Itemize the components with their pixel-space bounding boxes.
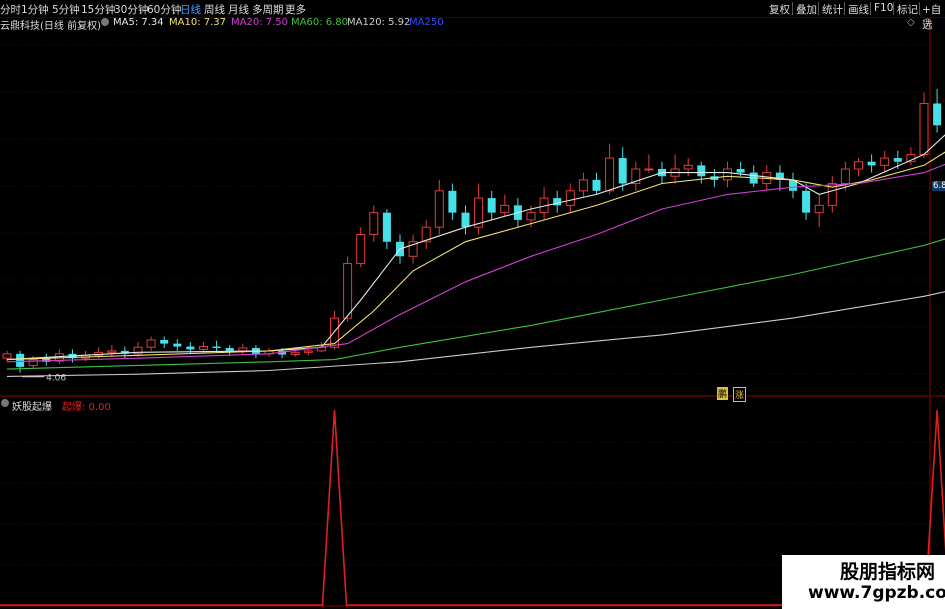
candle-body (107, 350, 117, 353)
candle-body (290, 351, 300, 356)
diamond-icon[interactable]: ◇ (907, 17, 915, 28)
tag-right: 涨 (733, 387, 747, 402)
watermark-url: www.7gpzb.com (808, 583, 945, 603)
candle-body (723, 168, 732, 181)
candle-body (644, 168, 654, 171)
toolbar-divider (919, 2, 920, 15)
candle-body (854, 161, 863, 170)
candle-body (736, 168, 745, 173)
candle-body (867, 161, 876, 166)
tab-period-9[interactable]: 多周期 (252, 2, 284, 17)
candle-body (840, 168, 850, 185)
toolbar-divider (818, 2, 819, 15)
candle-body (212, 346, 221, 348)
settings-circle-icon[interactable] (101, 18, 109, 29)
ma120-label: MA120: 5.92 (347, 17, 411, 28)
tool-button-1[interactable]: 叠加 (796, 2, 817, 17)
candle-body (173, 343, 182, 347)
ma120-line (6, 291, 945, 377)
toolbar-divider (870, 2, 871, 15)
tool-button-4[interactable]: F10 (874, 2, 893, 14)
tag-left: 鹏 (717, 387, 729, 400)
tab-period-8[interactable]: 月线 (228, 2, 249, 17)
candle-body (434, 190, 444, 228)
candle-body (146, 339, 156, 348)
settings-circle-icon[interactable] (1, 399, 9, 410)
price-axis-label: 6.8 (932, 181, 945, 191)
tab-period-2[interactable]: 5分钟 (52, 2, 80, 17)
settings-circle-icon[interactable]: ○ (923, 17, 932, 28)
tab-period-6[interactable]: 日线 (180, 2, 201, 17)
candle-body (880, 157, 890, 166)
candle-body (343, 263, 353, 319)
tab-period-5[interactable]: 60分钟 (147, 2, 181, 17)
tab-period-10[interactable]: 更多 (285, 2, 306, 17)
tab-period-7[interactable]: 周线 (204, 2, 225, 17)
candle-body (160, 339, 169, 344)
candle-body (199, 346, 208, 350)
candle-body (578, 179, 588, 192)
candle-body (933, 103, 942, 126)
candle-body (565, 190, 575, 206)
candle-body (382, 212, 391, 242)
candle-body (461, 212, 470, 228)
candle-body (448, 190, 457, 213)
ma20-label: MA20: 7.50 (231, 17, 289, 28)
ma5-label: MA5: 7.34 (113, 17, 164, 28)
candle-body (500, 204, 510, 214)
candle-body (605, 157, 615, 192)
candle-body (303, 350, 313, 353)
ma20-line (6, 163, 945, 363)
candle-body (2, 353, 12, 359)
candle-body (487, 198, 496, 213)
ma250-label: MA250 (409, 17, 444, 28)
low-price-label: 4.06 (46, 374, 66, 384)
indicator-value: 起爆: 0.00 (62, 402, 111, 413)
period-toolbar: 分时 1分钟 5分钟 15分钟 30分钟 60分钟 日线 周线 月线 多周期 更… (0, 0, 945, 31)
candle-body (592, 179, 601, 191)
stock-title: 云鼎科技(日线 前复权) (0, 21, 101, 32)
tab-period-1[interactable]: 1分钟 (21, 2, 49, 17)
tool-button-3[interactable]: 画线 (848, 2, 869, 17)
candle-body (697, 165, 706, 177)
tab-period-3[interactable]: 15分钟 (81, 2, 115, 17)
candle-body (526, 212, 536, 221)
tool-button-2[interactable]: 统计 (822, 2, 843, 17)
candle-body (802, 190, 811, 213)
candle-body (186, 346, 195, 350)
candle-body (618, 158, 627, 184)
ma60-label: MA60: 6.80 (291, 17, 349, 28)
candle-body (225, 347, 234, 351)
candle-body (814, 204, 824, 214)
toolbar-divider (844, 2, 845, 15)
tab-period-4[interactable]: 30分钟 (114, 2, 148, 17)
tool-button-0[interactable]: 复权 (769, 2, 790, 17)
ma10-label: MA10: 7.37 (169, 17, 227, 28)
toolbar-divider (792, 2, 793, 15)
toolbar-divider (893, 2, 894, 15)
candle-body (16, 353, 25, 367)
ma-legend: 云鼎科技(日线 前复权) MA5: 7.34 MA10: 7.37 MA20: … (0, 17, 945, 32)
watermark-title: 股朋指标网 (840, 561, 936, 583)
ma10-line (6, 151, 945, 361)
candle-body (369, 212, 379, 235)
indicator-name: 妖股起爆 (12, 402, 52, 413)
candle-body (893, 158, 902, 162)
candle-body (919, 102, 929, 155)
tool-button-5[interactable]: 标记 (897, 2, 918, 17)
candle-body (238, 347, 248, 352)
candle-body (683, 164, 693, 170)
candle-body (356, 233, 366, 265)
tab-period-0[interactable]: 分时 (0, 2, 21, 17)
chart-canvas[interactable]: 8.584.06 (0, 0, 945, 609)
